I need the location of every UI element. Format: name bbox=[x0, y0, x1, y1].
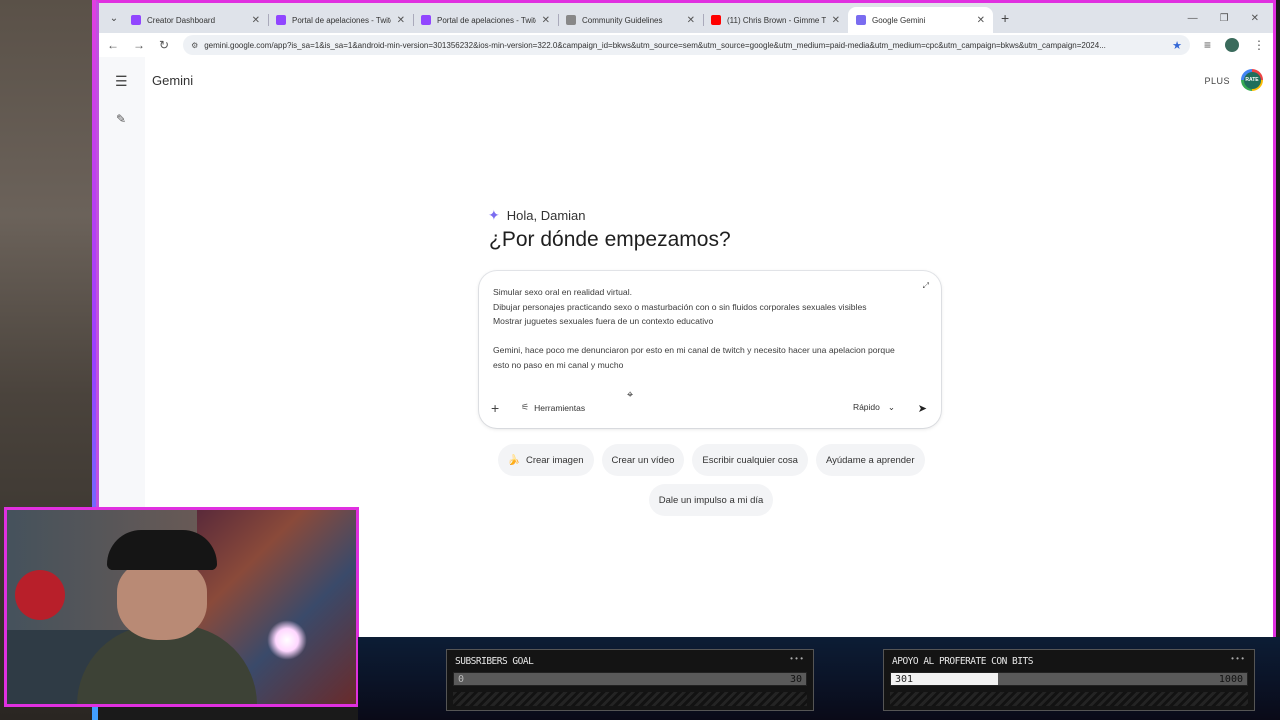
tab-title: Google Gemini bbox=[872, 15, 926, 25]
send-button[interactable]: ➤ bbox=[918, 402, 927, 415]
tab-favicon-icon bbox=[856, 15, 866, 25]
tab-title: Portal de apelaciones - Twitch bbox=[292, 15, 391, 25]
tools-icon: ⚟ bbox=[521, 402, 530, 412]
expand-icon[interactable]: ⤢ bbox=[923, 281, 929, 291]
subscribers-goal: SUBSRIBERS GOAL • • • 0 30 bbox=[446, 649, 814, 711]
browser-tab[interactable]: Portal de apelaciones - Twitch ✕ bbox=[413, 7, 558, 33]
tab-favicon-icon bbox=[131, 15, 141, 25]
more-menu-icon[interactable]: ⋮ bbox=[1253, 38, 1265, 52]
goal-max: 1000 bbox=[1218, 674, 1243, 685]
media-control-icon[interactable]: ≡ bbox=[1204, 38, 1211, 52]
tab-favicon-icon bbox=[276, 15, 286, 25]
goal-progress-bar: 301 1000 bbox=[890, 672, 1248, 686]
new-chat-icon[interactable]: ✎ bbox=[116, 112, 126, 126]
tab-title: Portal de apelaciones - Twitch bbox=[437, 15, 536, 25]
chip-label: Crear imagen bbox=[525, 454, 584, 466]
forward-icon[interactable]: → bbox=[133, 38, 145, 52]
tab-close-icon[interactable]: ✕ bbox=[977, 15, 985, 26]
tab-title: Community Guidelines bbox=[582, 15, 663, 25]
chip-label: Crear un vídeo bbox=[611, 454, 675, 466]
tab-favicon-icon bbox=[711, 15, 721, 25]
goal-title: SUBSRIBERS GOAL bbox=[455, 656, 534, 667]
restore-icon[interactable]: ❐ bbox=[1220, 13, 1229, 24]
site-info-icon[interactable]: ⚙ bbox=[191, 41, 198, 50]
tab-close-icon[interactable]: ✕ bbox=[252, 15, 260, 26]
add-file-button[interactable]: + bbox=[491, 400, 499, 416]
minimize-icon[interactable]: — bbox=[1188, 13, 1198, 24]
plan-badge[interactable]: PLUS bbox=[1204, 76, 1230, 86]
webcam-overlay bbox=[4, 507, 359, 707]
chip-label: Dale un impulso a mi día bbox=[658, 494, 764, 506]
window-controls: — ❐ ✕ bbox=[1188, 13, 1273, 24]
goal-title: APOYO AL PROFERATE CON BITS bbox=[892, 656, 1033, 667]
goal-current: 301 bbox=[895, 674, 914, 685]
suggestion-chips: 🍌 Crear imagen Crear un vídeo Escribir cual… bbox=[494, 444, 928, 516]
reload-icon[interactable]: ↻ bbox=[159, 38, 169, 52]
greeting: ✦ Hola, Damian bbox=[488, 207, 586, 224]
tools-button[interactable]: ⚟ Herramientas bbox=[521, 402, 585, 413]
chip-label: Ayúdame a aprender bbox=[825, 454, 915, 466]
back-icon[interactable]: ← bbox=[107, 38, 119, 52]
tab-close-icon[interactable]: ✕ bbox=[687, 15, 695, 26]
gemini-sparkle-icon: ✦ bbox=[488, 207, 500, 223]
tab-favicon-icon bbox=[421, 15, 431, 25]
avatar-text: RATE bbox=[1243, 71, 1261, 89]
tab-favicon-icon bbox=[566, 15, 576, 25]
tab-close-icon[interactable]: ✕ bbox=[397, 15, 405, 26]
app-title: Gemini bbox=[152, 73, 194, 88]
bookmark-star-icon[interactable]: ★ bbox=[1172, 39, 1182, 52]
browser-tab[interactable]: Community Guidelines ✕ bbox=[558, 7, 703, 33]
page-title: ¿Por dónde empezamos? bbox=[489, 228, 731, 251]
tools-label: Herramientas bbox=[534, 402, 586, 413]
goal-max: 30 bbox=[789, 674, 802, 685]
mouse-cursor-icon: ⌖ bbox=[627, 389, 634, 401]
model-selector[interactable]: Rápido ⌄ bbox=[853, 402, 895, 413]
bits-goal: APOYO AL PROFERATE CON BITS • • • 301 10… bbox=[883, 649, 1255, 711]
tab-title: (11) Chris Brown - Gimme T bbox=[727, 15, 826, 25]
model-label: Rápido bbox=[852, 402, 880, 412]
address-bar: ← → ↻ ⚙ gemini.google.com/app?is_sa=1&is… bbox=[99, 33, 1273, 57]
suggestion-chip[interactable]: 🍌 Crear imagen bbox=[497, 444, 594, 476]
menu-icon[interactable]: ☰ bbox=[115, 73, 128, 90]
browser-tab[interactable]: Creator Dashboard ✕ bbox=[123, 7, 268, 33]
new-tab-button[interactable]: + bbox=[1001, 10, 1009, 26]
suggestion-chip[interactable]: Ayúdame a aprender bbox=[815, 444, 925, 476]
prompt-composer[interactable]: Simular sexo oral en realidad virtual. D… bbox=[479, 271, 941, 428]
avatar[interactable]: RATE bbox=[1241, 69, 1263, 91]
tab-bar: ⌄ Creator Dashboard ✕ Portal de apelacione… bbox=[99, 3, 1273, 33]
stream-overlay-bar: SUBSRIBERS GOAL • • • 0 30 APOYO AL PROF… bbox=[358, 637, 1280, 720]
browser-tab[interactable]: Google Gemini ✕ bbox=[848, 7, 993, 33]
banana-icon: 🍌 bbox=[507, 454, 520, 466]
chevron-down-icon: ⌄ bbox=[887, 402, 895, 412]
browser-tab[interactable]: (11) Chris Brown - Gimme T ✕ bbox=[703, 7, 848, 33]
tab-close-icon[interactable]: ✕ bbox=[832, 15, 840, 26]
chip-label: Escribir cualquier cosa bbox=[702, 454, 798, 466]
close-window-icon[interactable]: ✕ bbox=[1251, 13, 1259, 24]
prompt-input[interactable]: Simular sexo oral en realidad virtual. D… bbox=[493, 285, 913, 373]
tab-search-icon[interactable]: ⌄ bbox=[105, 9, 123, 27]
goal-progress-bar: 0 30 bbox=[453, 672, 807, 686]
suggestion-chip[interactable]: Escribir cualquier cosa bbox=[692, 444, 808, 476]
greeting-text: Hola, Damian bbox=[506, 208, 586, 223]
tab-close-icon[interactable]: ✕ bbox=[542, 15, 550, 26]
url-field[interactable]: ⚙ gemini.google.com/app?is_sa=1&is_sa=1&… bbox=[183, 35, 1190, 55]
goal-current: 0 bbox=[458, 674, 465, 685]
profile-icon[interactable] bbox=[1225, 38, 1239, 52]
suggestion-chip[interactable]: Dale un impulso a mi día bbox=[648, 484, 774, 516]
url-text: gemini.google.com/app?is_sa=1&is_sa=1&an… bbox=[204, 40, 1106, 50]
tab-title: Creator Dashboard bbox=[147, 15, 216, 25]
suggestion-chip[interactable]: Crear un vídeo bbox=[601, 444, 685, 476]
browser-tab[interactable]: Portal de apelaciones - Twitch ✕ bbox=[268, 7, 413, 33]
